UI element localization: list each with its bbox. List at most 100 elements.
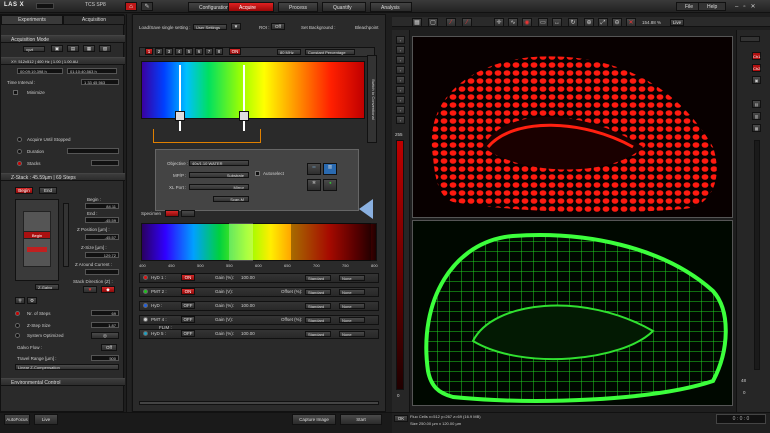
window-controls[interactable]: –▫✕ [735, 3, 761, 10]
zaround-value[interactable] [85, 269, 119, 275]
profile-icon[interactable]: ∿ [508, 18, 518, 27]
mode-select[interactable]: Constant Percentage [305, 49, 355, 55]
text-tool-icon[interactable]: ▫ [396, 106, 405, 114]
roi-poly-tool-icon[interactable]: ▫ [396, 86, 405, 94]
tab-acquire[interactable]: Acquire [228, 2, 274, 12]
green-channel-image[interactable] [412, 220, 733, 406]
laser-handle-2[interactable] [239, 111, 249, 121]
search-field[interactable] [36, 3, 54, 9]
wheel-icon[interactable]: ✲ [307, 179, 321, 191]
detector-color-icon[interactable] [143, 303, 148, 308]
gain-value[interactable]: 100.00 [241, 275, 255, 280]
scalebar-icon[interactable]: ↔ [552, 18, 562, 27]
z-slider[interactable] [754, 140, 760, 370]
time-interval-input[interactable]: 1 33 45 563 [81, 79, 119, 85]
sequence-8-button[interactable]: 8 [215, 48, 223, 55]
arrow-icon[interactable]: ◂ [323, 179, 337, 191]
zpos-value[interactable]: -45.57 [85, 234, 119, 240]
crop-icon[interactable]: ▭ [538, 18, 548, 27]
detector-icon[interactable]: ▥ [323, 163, 337, 175]
detector-color-icon[interactable] [143, 289, 148, 294]
duration-input[interactable] [67, 148, 119, 154]
begin-button[interactable]: Begin [15, 187, 33, 194]
detector-toggle[interactable]: OFF [181, 302, 195, 309]
laser-line-2[interactable] [243, 65, 245, 131]
tab-acquisition[interactable]: Acquisition [63, 15, 125, 25]
frame-icon[interactable]: ▢ [428, 18, 438, 27]
tab-experiments[interactable]: Experiments [1, 15, 63, 25]
tab-process[interactable]: Process [278, 2, 318, 12]
ok-button[interactable]: OK [394, 415, 408, 422]
filter-icon[interactable]: ═ [307, 163, 321, 175]
roi-ellipse-tool-icon[interactable]: ▫ [396, 76, 405, 84]
side-tool-3-icon[interactable]: ▦ [752, 124, 761, 132]
optimized-radio[interactable] [15, 333, 20, 338]
specimen-toggle-1[interactable] [165, 210, 179, 217]
zoom-out-icon[interactable]: ⊖ [612, 18, 622, 27]
gain-value[interactable]: 100.00 [241, 331, 255, 336]
stackdir-down-icon[interactable]: ▼ [83, 286, 97, 293]
preset-select[interactable]: Standard [305, 317, 331, 323]
grid-icon[interactable]: ▦ [412, 18, 422, 27]
laser-on-toggle[interactable]: ON [229, 48, 241, 55]
magnify-icon[interactable]: ⊕ [584, 18, 594, 27]
tab-analysis[interactable]: Analysis [370, 2, 412, 12]
travel-value[interactable]: 500 [91, 355, 119, 361]
frequency-select[interactable]: 80 MHz [277, 49, 301, 55]
switch-conventional-button[interactable]: Switch to Conventional [367, 55, 377, 143]
sequence-1-button[interactable]: 1 [145, 48, 153, 55]
capture-image-button[interactable]: Capture Image [292, 414, 336, 425]
sequence-5-button[interactable]: 5 [185, 48, 193, 55]
search-icon[interactable]: ⚲ [15, 297, 25, 304]
lut-select[interactable]: None [339, 331, 365, 337]
environmental-control-header[interactable]: Environmental Control [1, 378, 125, 386]
laser-line-1[interactable] [179, 65, 181, 131]
side-tool-2-icon[interactable]: ▥ [752, 112, 761, 120]
arrow-tool-icon[interactable]: ▫ [396, 36, 405, 44]
detector-color-icon[interactable] [143, 331, 148, 336]
galvoflow-toggle[interactable]: Off [101, 344, 117, 351]
menu-help[interactable]: Help [698, 2, 727, 11]
tab-quantify[interactable]: Quantify [322, 2, 366, 12]
laser-handle-1[interactable] [175, 111, 185, 121]
right-tool-1[interactable] [740, 36, 760, 42]
lut-bar[interactable] [396, 140, 404, 390]
zsize-value[interactable]: 129.72 [85, 252, 119, 258]
stacks-radio[interactable] [17, 161, 22, 166]
emission-band-green[interactable] [229, 223, 253, 261]
lut-select[interactable]: None [339, 317, 365, 323]
settings-icon[interactable]: ⚙ [27, 297, 37, 304]
close-zoom-icon[interactable]: ✕ [626, 18, 636, 27]
center-scrollbar[interactable] [139, 401, 379, 405]
acq-option-4-icon[interactable]: ▧ [99, 45, 111, 52]
line-tool-icon[interactable]: ▫ [396, 96, 405, 104]
zstack-fine-slider[interactable] [63, 203, 69, 267]
lut-select[interactable]: None [339, 275, 365, 281]
galvo-select[interactable]: Z-Galvo [35, 284, 59, 290]
channel-2-button[interactable]: Ch2 [752, 64, 761, 72]
nsteps-radio[interactable] [15, 311, 20, 316]
ruler-icon[interactable]: ⁄ [446, 18, 456, 27]
start-button[interactable]: Start [340, 414, 382, 425]
mpp-select[interactable]: Substrate [189, 172, 249, 178]
autofocus-button[interactable]: AutoFocus [4, 414, 30, 425]
begin-value[interactable]: 84.11 [85, 203, 119, 209]
live-view-button[interactable]: Live [670, 19, 684, 26]
measure-tool-icon[interactable]: ▫ [396, 116, 405, 124]
preset-select[interactable]: Standard [305, 331, 331, 337]
tools-icon[interactable]: ✎ [141, 2, 153, 11]
optimized-icon[interactable]: ◎ [91, 332, 119, 339]
zoom-tool-icon[interactable]: ⁄ [462, 18, 472, 27]
usersettings-select[interactable]: User Settings [193, 24, 227, 30]
roi-rect-tool-icon[interactable]: ▫ [396, 66, 405, 74]
home-icon[interactable]: ⌂ [125, 2, 137, 11]
channel-icon[interactable]: ◉ [522, 18, 532, 27]
side-tool-1-icon[interactable]: ▤ [752, 100, 761, 108]
autoselect-checkbox[interactable] [255, 171, 260, 176]
red-channel-image[interactable] [412, 36, 733, 218]
minimize-checkbox[interactable] [13, 90, 18, 95]
specimen-toggle-2[interactable] [181, 210, 195, 217]
lut-select[interactable]: None [339, 289, 365, 295]
sequence-3-button[interactable]: 3 [165, 48, 173, 55]
end-button[interactable]: End [39, 187, 57, 194]
